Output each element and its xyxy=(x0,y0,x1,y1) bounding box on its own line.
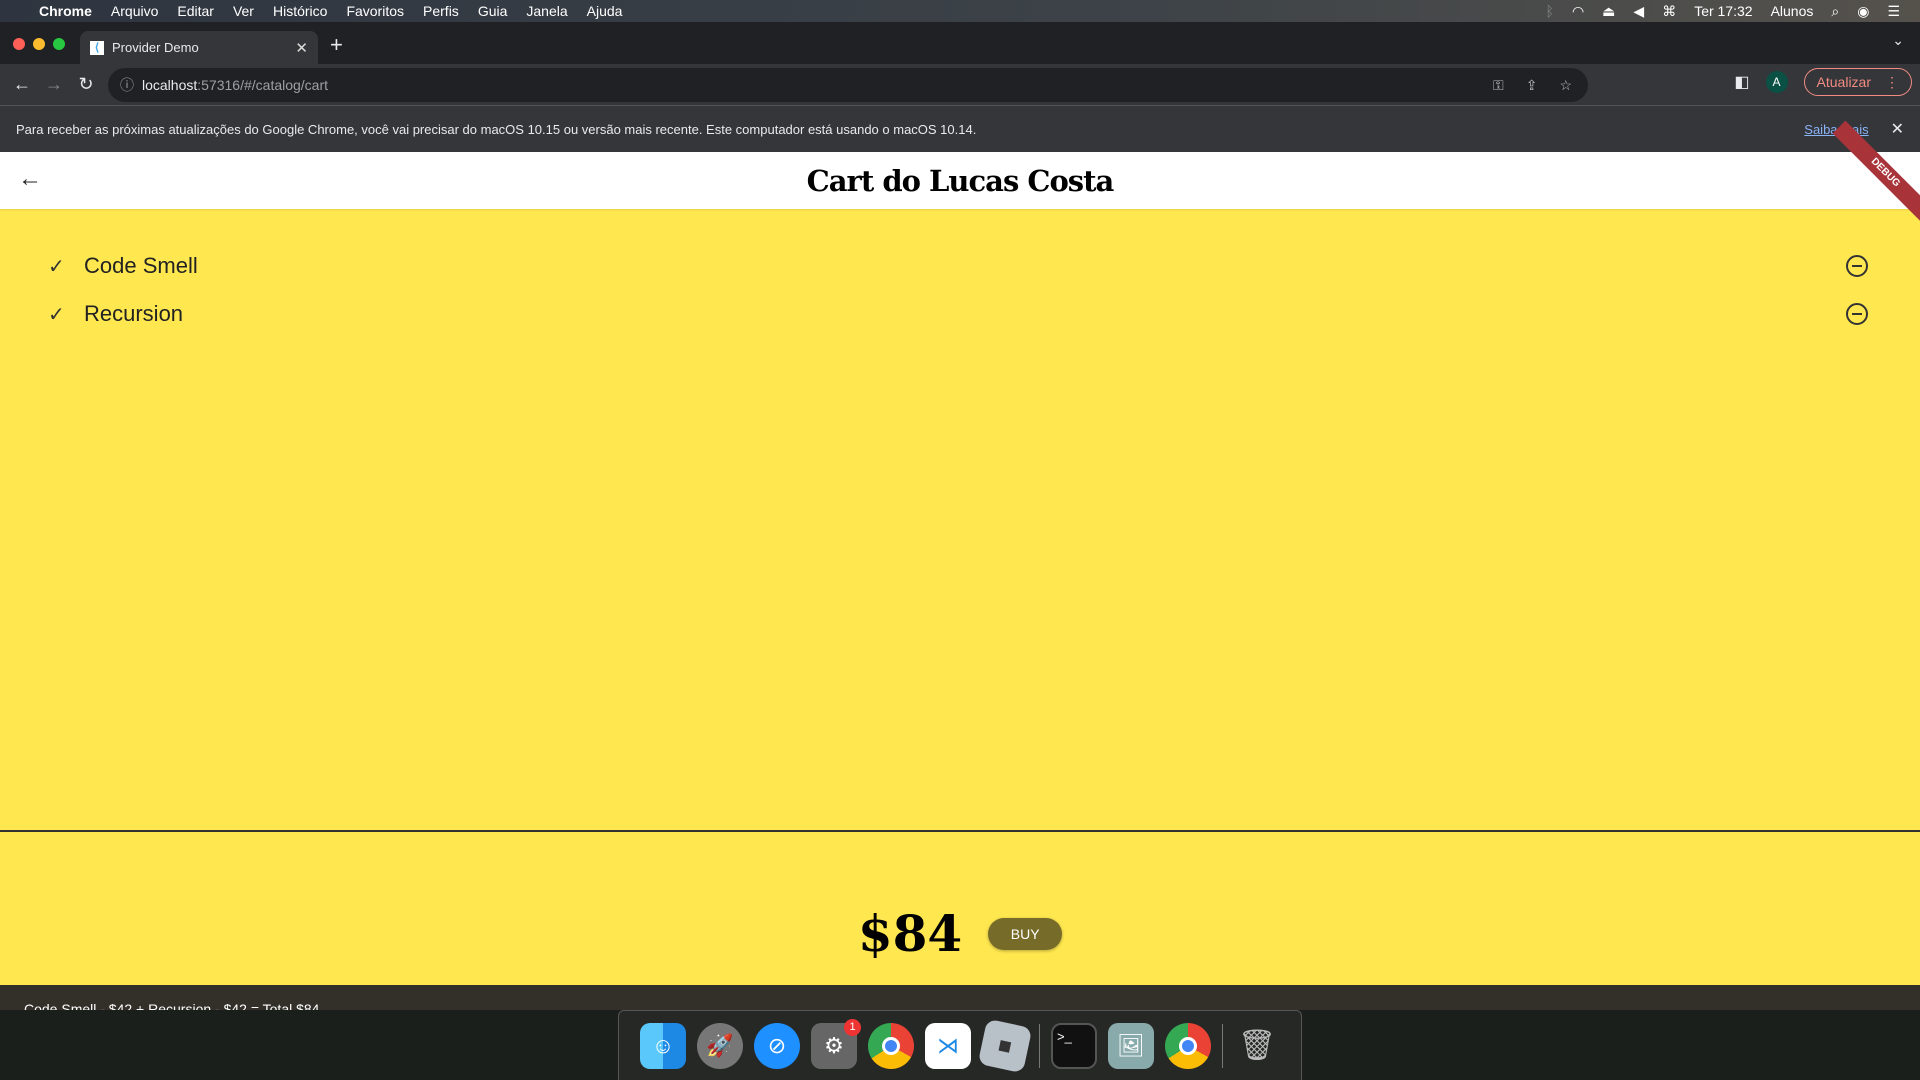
update-infobar: Para receber as próximas atualizações do… xyxy=(0,105,1920,152)
close-infobar-icon[interactable]: ✕ xyxy=(1891,119,1904,139)
chrome-window: ⟨ Provider Demo ✕ + ⌄ ← → ↻ ⓘ localhost:… xyxy=(0,22,1920,1010)
siri-icon[interactable]: ◉ xyxy=(1857,3,1869,20)
share-icon[interactable]: ⇪ xyxy=(1526,77,1538,94)
app-bar: ← Cart do Lucas Costa DEBUG xyxy=(0,120,1920,226)
bluetooth-icon[interactable]: ᛒ xyxy=(1546,3,1554,19)
macos-dock: ☺ 🚀 ⊘ ⚙ 1 ⋊ ■ >_ 🖼 🗑 xyxy=(618,1010,1302,1080)
site-info-icon[interactable]: ⓘ xyxy=(120,75,134,95)
forward-icon[interactable]: → xyxy=(38,74,70,95)
back-icon[interactable]: ← xyxy=(6,74,38,95)
menu-historico[interactable]: Histórico xyxy=(273,3,327,19)
macos-menu-bar: Chrome Arquivo Editar Ver Histórico Favo… xyxy=(0,0,1920,22)
bookmark-star-icon[interactable]: ☆ xyxy=(1559,77,1572,94)
cart-total: $84 BUY xyxy=(0,904,1920,963)
preview-icon[interactable]: 🖼 xyxy=(1108,1022,1154,1069)
trash-icon[interactable]: 🗑 xyxy=(1234,1023,1280,1069)
cart-item: ✓ Recursion xyxy=(48,294,1868,334)
menu-perfis[interactable]: Perfis xyxy=(423,3,459,19)
wifi-icon[interactable]: ◠ xyxy=(1572,3,1584,20)
clock[interactable]: Ter 17:32 xyxy=(1694,3,1752,19)
snackbar: Code Smell - $42 + Recursion - $42 = Tot… xyxy=(0,985,1920,1010)
window-controls xyxy=(13,38,65,50)
vscode-icon[interactable]: ⋊ xyxy=(925,1022,971,1069)
launchpad-icon[interactable]: 🚀 xyxy=(697,1022,743,1069)
eject-icon[interactable]: ⏏ xyxy=(1602,3,1615,20)
remove-item-icon[interactable] xyxy=(1846,255,1868,277)
update-button[interactable]: Atualizar ⋮ xyxy=(1803,68,1912,96)
tab-provider-demo[interactable]: ⟨ Provider Demo ✕ xyxy=(80,31,318,64)
infobar-text: Para receber as próximas atualizações do… xyxy=(16,121,977,137)
menu-janela[interactable]: Janela xyxy=(526,3,567,19)
zoom-window-button[interactable] xyxy=(53,38,65,50)
password-key-icon[interactable]: ⚿ xyxy=(1493,77,1504,94)
chrome-icon[interactable] xyxy=(868,1022,914,1069)
notification-badge: 1 xyxy=(844,1018,861,1036)
cart-item-name: Code Smell xyxy=(84,253,198,278)
menu-ajuda[interactable]: Ajuda xyxy=(587,3,623,19)
chrome-icon[interactable] xyxy=(1165,1022,1211,1069)
volume-icon[interactable]: ◀ xyxy=(1633,3,1644,20)
minimize-window-button[interactable] xyxy=(33,38,45,50)
tab-search-chevron-icon[interactable]: ⌄ xyxy=(1892,32,1904,49)
close-window-button[interactable] xyxy=(13,38,25,50)
buy-button[interactable]: BUY xyxy=(988,917,1063,950)
total-price: $84 xyxy=(857,904,963,963)
browser-toolbar: ← → ↻ ⓘ localhost:57316/#/catalog/cart ⚿… xyxy=(0,64,1920,105)
spotlight-search-icon[interactable]: ⌕ xyxy=(1831,3,1839,20)
system-preferences-icon[interactable]: ⚙ 1 xyxy=(811,1018,861,1069)
menu-favoritos[interactable]: Favoritos xyxy=(346,3,404,19)
menu-app-name[interactable]: Chrome xyxy=(39,3,92,19)
dock-separator xyxy=(1039,1023,1040,1068)
safari-icon[interactable]: ⊘ xyxy=(754,1022,800,1069)
update-label: Atualizar xyxy=(1816,74,1871,90)
url-host: localhost xyxy=(142,77,198,93)
roblox-icon[interactable]: ■ xyxy=(977,1018,1033,1073)
flutter-app: ← Cart do Lucas Costa DEBUG ✓ Code Smell… xyxy=(0,120,1920,1010)
back-arrow-icon[interactable]: ← xyxy=(18,165,42,193)
flutter-favicon-icon: ⟨ xyxy=(90,40,104,55)
tab-title: Provider Demo xyxy=(112,40,199,55)
cart-item-name: Recursion xyxy=(84,301,184,326)
notification-center-icon[interactable]: ☰ xyxy=(1887,3,1900,20)
menu-ver[interactable]: Ver xyxy=(233,3,254,19)
dock-separator xyxy=(1222,1023,1223,1068)
cart-item: ✓ Code Smell xyxy=(48,246,1868,286)
input-menu-icon[interactable]: ⌘ xyxy=(1662,3,1676,20)
reload-icon[interactable]: ↻ xyxy=(70,74,102,95)
user-name[interactable]: Alunos xyxy=(1771,3,1814,19)
menu-arquivo[interactable]: Arquivo xyxy=(111,3,158,19)
url-path: :57316/#/catalog/cart xyxy=(197,77,329,93)
side-panel-icon[interactable]: ◧ xyxy=(1734,72,1749,92)
check-icon: ✓ xyxy=(48,255,65,278)
page-title: Cart do Lucas Costa xyxy=(806,163,1115,198)
check-icon: ✓ xyxy=(48,303,65,326)
more-menu-icon[interactable]: ⋮ xyxy=(1885,74,1899,91)
new-tab-button[interactable]: + xyxy=(330,32,343,58)
terminal-icon[interactable]: >_ xyxy=(1051,1022,1097,1069)
menu-guia[interactable]: Guia xyxy=(478,3,508,19)
divider xyxy=(0,830,1920,832)
menu-editar[interactable]: Editar xyxy=(177,3,214,19)
tab-strip: ⟨ Provider Demo ✕ + ⌄ xyxy=(0,22,1920,64)
finder-icon[interactable]: ☺ xyxy=(640,1022,686,1069)
profile-avatar[interactable]: A xyxy=(1765,71,1788,93)
remove-item-icon[interactable] xyxy=(1846,303,1868,325)
close-tab-icon[interactable]: ✕ xyxy=(295,39,308,57)
address-bar[interactable]: ⓘ localhost:57316/#/catalog/cart ⚿ ⇪ ☆ xyxy=(108,68,1588,102)
